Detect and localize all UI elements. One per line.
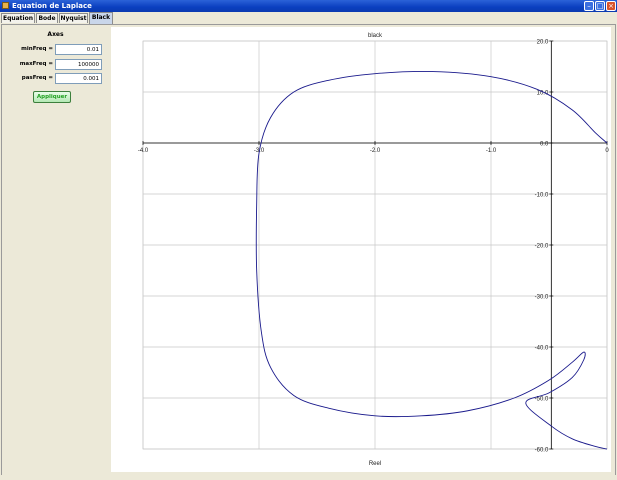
max-freq-input[interactable]: 100000: [55, 59, 102, 70]
title-bar: Equation de Laplace – □ ×: [0, 0, 617, 12]
window-title: Equation de Laplace: [12, 2, 92, 10]
tab-bode[interactable]: Bode: [36, 13, 58, 23]
plot-panel: -4.0 -3.0 -2.0 -1.0 0 20.0 10.0 0.0 -10.0 -20.0 -3…: [111, 27, 611, 472]
chart-title: black: [368, 33, 383, 39]
min-freq-label: minFreq =: [21, 46, 53, 52]
y-tick-label: 0.0: [540, 142, 549, 148]
app-icon: [2, 2, 9, 9]
black-chart: -4.0 -3.0 -2.0 -1.0 020.010.00.0-10.0-20.0-3…: [138, 33, 610, 467]
y-tick-label: -50.0: [535, 397, 549, 403]
max-freq-row: maxFreq = 100000: [3, 59, 108, 70]
tab-bar: Equation Bode Nyquist Black: [0, 12, 617, 24]
y-tick-label: -10.0: [535, 193, 549, 199]
pas-freq-row: pasFreq = 0.001: [3, 73, 108, 84]
y-tick-label: -20.0: [535, 244, 549, 250]
max-freq-label: maxFreq =: [19, 61, 53, 67]
y-tick-label: -60.0: [535, 448, 549, 454]
close-icon[interactable]: ×: [606, 1, 616, 11]
status-strip: [0, 475, 617, 480]
tab-equation[interactable]: Equation: [1, 13, 35, 23]
x-tick-label: -4.0: [138, 148, 149, 154]
y-tick-label: -30.0: [535, 295, 549, 301]
x-tick-label: 0: [605, 148, 609, 154]
x-tick-label: -2.0: [370, 148, 381, 154]
x-axis-label: Reel: [369, 461, 381, 467]
axes-title: Axes: [47, 31, 64, 38]
axes-panel: Axes minFreq = 0.01 maxFreq = 100000 pas…: [3, 27, 108, 475]
pas-freq-input[interactable]: 0.001: [55, 73, 102, 84]
pas-freq-label: pasFreq =: [21, 75, 53, 81]
tab-nyquist[interactable]: Nyquist: [59, 13, 88, 23]
tab-black[interactable]: Black: [89, 12, 113, 24]
y-tick-label: 20.0: [537, 40, 549, 46]
apply-button[interactable]: Appliquer: [33, 91, 71, 103]
y-tick-label: -40.0: [535, 346, 549, 352]
min-freq-input[interactable]: 0.01: [55, 44, 102, 55]
minimize-icon[interactable]: –: [584, 1, 594, 11]
min-freq-row: minFreq = 0.01: [3, 44, 108, 55]
x-tick-label: -1.0: [486, 148, 497, 154]
maximize-icon[interactable]: □: [595, 1, 605, 11]
